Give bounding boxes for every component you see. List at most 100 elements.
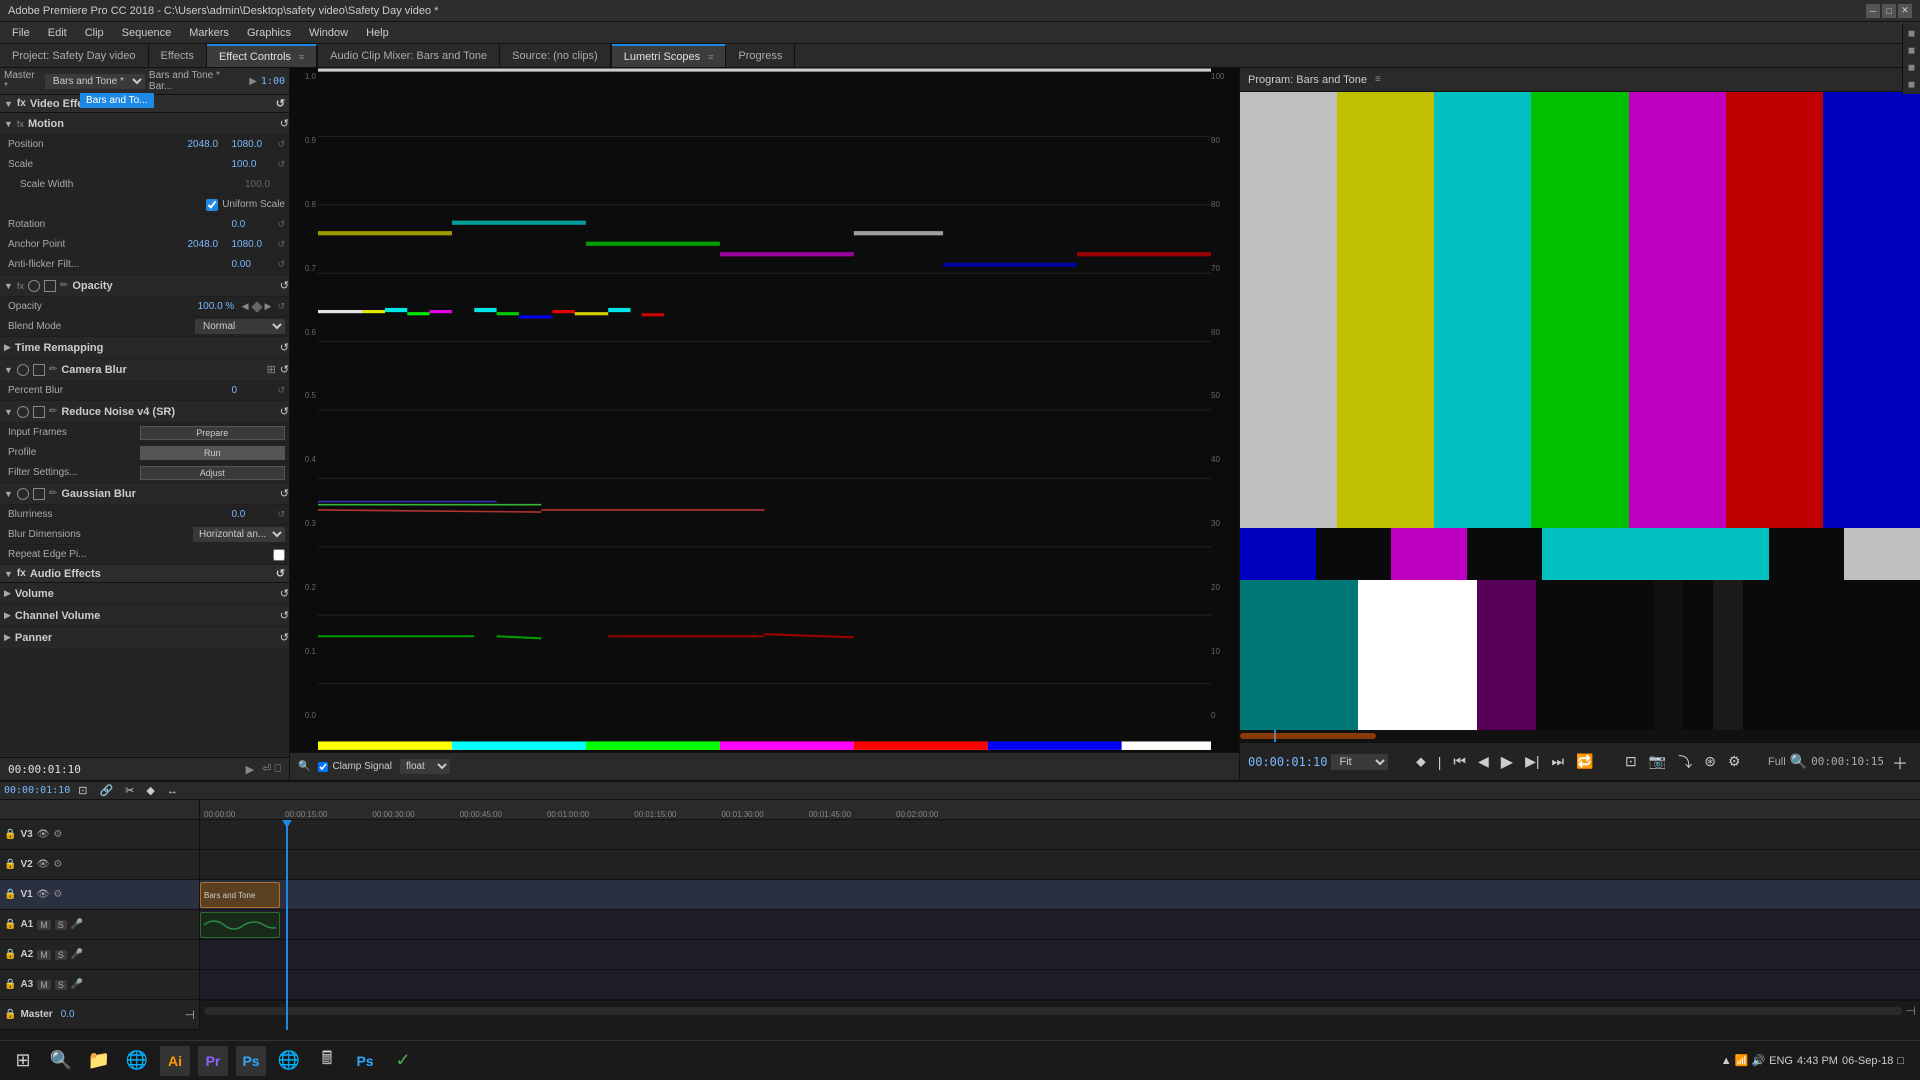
master-dropdown[interactable]: Bars and Tone *: [45, 74, 145, 89]
a3-mute-btn[interactable]: M: [37, 980, 51, 990]
anti-flicker-value[interactable]: 0.00: [231, 259, 271, 270]
timeline-scrollbar[interactable]: [204, 1007, 1902, 1015]
audio-effects-reset[interactable]: ↺: [276, 567, 285, 580]
taskbar-calculator[interactable]: 🖩: [312, 1046, 342, 1076]
v3-eye-icon[interactable]: 👁: [37, 829, 50, 840]
v2-eye-icon[interactable]: 👁: [37, 859, 50, 870]
scale-value[interactable]: 100.0: [231, 159, 271, 170]
camera-blur-reset[interactable]: ↺: [280, 363, 289, 376]
fit-dropdown[interactable]: Fit 25% 50% 75% 100%: [1331, 754, 1388, 770]
taskbar-photoshop[interactable]: Ps: [236, 1046, 266, 1076]
settings-btn[interactable]: ⚙: [1724, 751, 1745, 772]
menu-window[interactable]: Window: [301, 25, 356, 41]
sidebar-icon-4[interactable]: ◼: [1908, 79, 1915, 90]
volume-reset[interactable]: ↺: [280, 587, 289, 600]
rotation-reset[interactable]: ↺: [277, 219, 285, 230]
step-forward-btn[interactable]: ⏭: [1548, 751, 1569, 772]
a2-solo-btn[interactable]: S: [55, 950, 67, 960]
tl-scissors-btn[interactable]: ✂: [121, 782, 138, 799]
anchor-reset[interactable]: ↺: [277, 239, 285, 250]
tl-snap-btn[interactable]: ⊡: [74, 782, 91, 799]
tab-audio-clip-mixer[interactable]: Audio Clip Mixer: Bars and Tone: [318, 44, 500, 67]
overlay-btn[interactable]: ⊛: [1700, 751, 1720, 772]
taskbar-ai[interactable]: Ai: [160, 1046, 190, 1076]
a1-mute-btn[interactable]: M: [37, 920, 51, 930]
profile-run-button[interactable]: Run: [140, 446, 286, 460]
v1-settings-icon[interactable]: ⚙: [53, 889, 62, 900]
mark-out-btn[interactable]: |: [1434, 752, 1446, 772]
loop-btn[interactable]: 🔁: [1572, 751, 1597, 772]
menu-help[interactable]: Help: [358, 25, 397, 41]
forward-frame-btn[interactable]: ▶|: [1521, 751, 1543, 772]
back-frame-btn[interactable]: ◀: [1474, 751, 1493, 772]
blurriness-reset[interactable]: ↺: [277, 509, 285, 520]
taskbar-ps2[interactable]: Ps: [350, 1046, 380, 1076]
add-marker-btn[interactable]: ＋: [1888, 748, 1912, 776]
minimize-button[interactable]: ─: [1866, 4, 1880, 18]
v3-settings-icon[interactable]: ⚙: [53, 829, 62, 840]
taskbar-start[interactable]: ⊞: [8, 1046, 38, 1076]
taskbar-premiere[interactable]: Pr: [198, 1046, 228, 1076]
tab-project[interactable]: Project: Safety Day video: [0, 44, 149, 67]
blurriness-value[interactable]: 0.0: [231, 509, 271, 520]
timeline-current-time[interactable]: 00:00:01:10: [4, 785, 70, 796]
opacity-keyframe-left[interactable]: ◀: [242, 301, 249, 312]
camera-blur-add-icon[interactable]: ⊞: [267, 363, 276, 376]
tab-lumetri-scopes[interactable]: Lumetri Scopes ≡: [612, 44, 727, 67]
opacity-reset[interactable]: ↺: [280, 279, 289, 292]
taskbar-search[interactable]: 🔍: [46, 1046, 76, 1076]
percent-blur-value[interactable]: 0: [231, 385, 271, 396]
prepare-button[interactable]: Prepare: [140, 426, 286, 440]
timeline-end-btn[interactable]: ⊣: [1906, 1004, 1916, 1018]
panner-reset[interactable]: ↺: [280, 631, 289, 644]
blend-mode-select[interactable]: Normal Dissolve Multiply Screen Overlay: [195, 319, 285, 334]
adjust-button[interactable]: Adjust: [140, 466, 286, 480]
tab-progress[interactable]: Progress: [726, 44, 795, 67]
taskbar-edge[interactable]: 🌐: [122, 1046, 152, 1076]
step-back-btn[interactable]: ⏮: [1449, 751, 1470, 772]
opacity-keyframe-diamond[interactable]: [251, 301, 262, 312]
play-btn[interactable]: ▶: [1497, 750, 1517, 774]
motion-reset[interactable]: ↺: [280, 117, 289, 130]
uniform-scale-checkbox[interactable]: [206, 199, 218, 211]
taskbar-check[interactable]: ✓: [388, 1046, 418, 1076]
v1-eye-icon[interactable]: 👁: [37, 889, 50, 900]
position-reset[interactable]: ↺: [277, 139, 285, 150]
ec-bottom-time[interactable]: 00:00:01:10: [8, 763, 81, 776]
clamp-signal-checkbox[interactable]: [318, 762, 328, 772]
mark-in-btn[interactable]: ⬥: [1412, 751, 1430, 772]
clip-bars-and-tone[interactable]: Bars and Tone: [200, 882, 280, 908]
repeat-edge-checkbox[interactable]: [273, 549, 285, 561]
export-frame-btn[interactable]: 📷: [1645, 751, 1670, 772]
anti-flicker-reset[interactable]: ↺: [277, 259, 285, 270]
menu-sequence[interactable]: Sequence: [114, 25, 180, 41]
program-current-time[interactable]: 00:00:01:10: [1248, 755, 1327, 769]
menu-markers[interactable]: Markers: [181, 25, 237, 41]
blur-dimensions-select[interactable]: Horizontal an... Horizontal Vertical: [193, 527, 285, 542]
a3-solo-btn[interactable]: S: [55, 980, 67, 990]
tab-effects[interactable]: Effects: [149, 44, 207, 67]
ec-play-btn[interactable]: ▶: [246, 763, 254, 776]
tl-marker-btn[interactable]: ◆: [142, 782, 158, 799]
insert-btn[interactable]: ⤵: [1674, 750, 1696, 774]
position-x[interactable]: 2048.0: [187, 139, 227, 150]
percent-blur-reset[interactable]: ↺: [277, 385, 285, 396]
menu-file[interactable]: File: [4, 25, 38, 41]
master-end-icon[interactable]: ⊣: [185, 1008, 195, 1022]
opacity-val-reset[interactable]: ↺: [277, 301, 285, 312]
sidebar-icon-3[interactable]: ◼: [1908, 68, 1915, 73]
a2-mute-btn[interactable]: M: [37, 950, 51, 960]
notification-icon[interactable]: □: [1897, 1055, 1904, 1067]
clip-a1[interactable]: [200, 912, 280, 938]
time-remap-reset[interactable]: ↺: [280, 341, 289, 354]
gaussian-blur-reset[interactable]: ↺: [280, 487, 289, 500]
rotation-value[interactable]: 0.0: [231, 219, 271, 230]
taskbar-browser[interactable]: 🌐: [274, 1046, 304, 1076]
float-select[interactable]: float 8-bit 16-bit: [400, 759, 450, 774]
safe-margins-btn[interactable]: ⊡: [1621, 751, 1641, 772]
tab-effect-controls[interactable]: Effect Controls ≡: [207, 44, 317, 67]
reduce-noise-reset[interactable]: ↺: [280, 405, 289, 418]
a1-solo-btn[interactable]: S: [55, 920, 67, 930]
scale-reset[interactable]: ↺: [277, 159, 285, 170]
opacity-keyframe-right[interactable]: ▶: [265, 301, 272, 312]
